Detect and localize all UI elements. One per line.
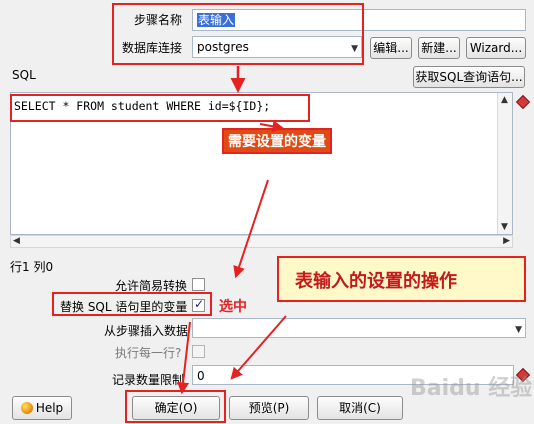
sql-hscroll[interactable]: ◀ ▶ [10, 235, 513, 248]
lazy-conversion-checkbox[interactable] [192, 278, 205, 291]
fetch-sql-button[interactable]: 获取SQL查询语句... [413, 66, 525, 88]
scroll-left-icon[interactable]: ◀ [13, 236, 20, 246]
selected-note: 选中 [219, 299, 247, 315]
main-note-text: 表输入的设置的操作 [295, 271, 457, 292]
highlight-box-ok [125, 390, 226, 423]
preview-button[interactable]: 预览(P) [229, 396, 309, 420]
cursor-position: 行1 列0 [10, 260, 54, 274]
variable-note: 需要设置的变量 [222, 128, 332, 154]
cancel-button[interactable]: 取消(C) [317, 396, 403, 420]
execute-each-row-label: 执行每一行? [115, 346, 182, 360]
chevron-down-icon[interactable]: ▼ [515, 321, 522, 339]
insert-from-step-select[interactable]: ▼ [192, 318, 526, 338]
watermark: Baidu 经验 [410, 376, 533, 401]
sql-scrollbar[interactable]: ▲ ▼ [497, 93, 512, 234]
sql-label: SQL [12, 68, 36, 82]
highlight-box-sql [10, 94, 310, 122]
edit-connection-button[interactable]: 编辑... [370, 37, 412, 59]
scroll-down-icon[interactable]: ▼ [501, 222, 508, 232]
execute-each-row-checkbox[interactable] [192, 345, 205, 358]
new-connection-button[interactable]: 新建... [418, 37, 460, 59]
limit-value: 0 [197, 369, 205, 383]
help-button[interactable]: Help [12, 396, 72, 420]
wizard-button[interactable]: Wizard... [466, 37, 526, 59]
insert-from-step-label: 从步骤插入数据 [104, 324, 189, 338]
help-icon [20, 402, 33, 414]
highlight-box-replace [52, 292, 212, 316]
scroll-right-icon[interactable]: ▶ [503, 236, 510, 246]
limit-label: 记录数量限制 [112, 373, 185, 387]
variable-warning-icon [515, 94, 531, 110]
main-note: 表输入的设置的操作 [277, 256, 526, 302]
help-label: Help [35, 401, 64, 415]
scroll-up-icon[interactable]: ▲ [501, 95, 508, 105]
highlight-box-top [112, 3, 364, 65]
